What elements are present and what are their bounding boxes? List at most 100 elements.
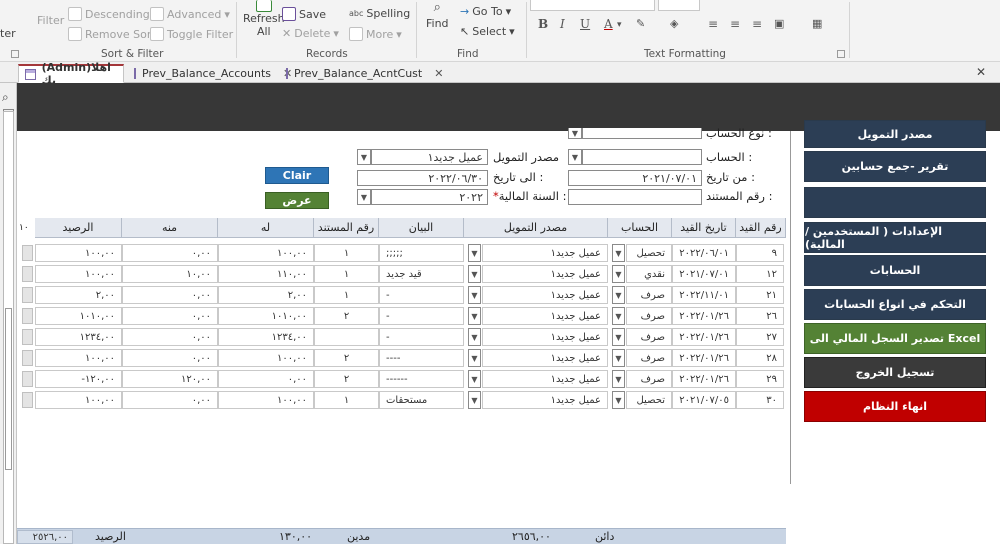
goto-button[interactable]: → Go To ▾	[460, 5, 511, 18]
funding-source-field[interactable]: عميل جديد١	[371, 149, 488, 165]
cell-doc-number[interactable]	[314, 328, 379, 346]
row-selector[interactable]	[22, 371, 33, 387]
cell-entry-date[interactable]: ٢٠٢٢/٠١/٢٦	[672, 370, 736, 388]
menu-account-types-button[interactable]: التحكم في انواع الحسابات	[804, 289, 986, 320]
align-center-icon[interactable]: ≡	[730, 17, 740, 31]
cell-account[interactable]: صرف	[626, 286, 672, 304]
col-header-doc-number[interactable]: رقم المستند	[314, 218, 379, 238]
col-header-entry-no[interactable]: رقم القيد	[736, 218, 786, 238]
chevron-down-icon[interactable]: ▼	[468, 370, 481, 388]
cell-entry-date[interactable]: ٢٠٢١/٠٧/٠٥	[672, 391, 736, 409]
cell-description[interactable]: -	[379, 328, 464, 346]
row-selector[interactable]	[22, 266, 33, 282]
cell-credit[interactable]: ١٠١٠,٠٠	[218, 307, 314, 325]
col-header-funding-source[interactable]: مصدر التمويل	[464, 218, 608, 238]
cell-balance[interactable]: ١٠٠,٠٠	[35, 391, 122, 409]
cell-debit[interactable]: ٠,٠٠	[122, 328, 218, 346]
cell-description[interactable]: ------	[379, 370, 464, 388]
filter-button[interactable]: Filter	[37, 14, 64, 27]
chevron-down-icon[interactable]: ▼	[468, 265, 481, 283]
cell-credit[interactable]: ١٢٣٤,٠٠	[218, 328, 314, 346]
menu-exit-button[interactable]: انهاء النظام	[804, 391, 986, 422]
vertical-scrollbar[interactable]	[3, 111, 14, 544]
toggle-filter-button[interactable]: Toggle Filter	[150, 27, 233, 41]
cell-balance[interactable]: ١٠١٠,٠٠	[35, 307, 122, 325]
search-icon[interactable]: ⌕	[2, 90, 9, 105]
cell-balance[interactable]: -١٢٠,٠٠	[35, 370, 122, 388]
table-row[interactable]: ٢٩ ٢٠٢٢/٠١/٢٦ صرف ▼ عميل جديد١ ▼ ------ ٢ ٠,٠٠ ١٢…	[22, 368, 786, 389]
col-header-debit[interactable]: منه	[122, 218, 218, 238]
table-row[interactable]: ٢١ ٢٠٢٢/١١/٠١ صرف ▼ عميل جديد١ ▼ -١ ٢,٠٠ ٠,٠٠ ٢,٠…	[22, 284, 786, 305]
chevron-down-icon[interactable]: ▾	[617, 20, 622, 30]
find-button[interactable]: ⌕ Find	[426, 0, 449, 30]
cell-entry-date[interactable]: ٢٠٢٢/٠١/٢٦	[672, 349, 736, 367]
align-right-icon[interactable]: ≡	[752, 17, 762, 31]
cell-entry-no[interactable]: ١٢	[736, 265, 784, 283]
cell-description[interactable]: ----	[379, 349, 464, 367]
row-selector[interactable]	[22, 329, 33, 345]
fill-color-icon[interactable]: ◈	[670, 17, 678, 30]
table-row[interactable]: ٣٠ ٢٠٢١/٠٧/٠٥ تحصيل ▼ عميل جديد١ ▼ مستحقات ١ ١٠٠…	[22, 389, 786, 410]
remove-sort-button[interactable]: Remove Sort	[68, 27, 156, 41]
cell-debit[interactable]: ٠,٠٠	[122, 391, 218, 409]
from-date-field[interactable]: ٢٠٢١/٠٧/٠١	[568, 170, 702, 186]
cell-credit[interactable]: ١١٠,٠٠	[218, 265, 314, 283]
close-icon[interactable]: ✕	[434, 67, 443, 80]
cell-balance[interactable]: ١٠٠,٠٠	[35, 244, 122, 262]
cell-entry-no[interactable]: ٢٨	[736, 349, 784, 367]
cell-description[interactable]: ;;;;;	[379, 244, 464, 262]
close-window-icon[interactable]: ✕	[976, 65, 986, 79]
cell-debit[interactable]: ٠,٠٠	[122, 244, 218, 262]
chevron-down-icon[interactable]: ▼	[612, 349, 625, 367]
col-header-account[interactable]: الحساب	[608, 218, 672, 238]
cell-account[interactable]: تحصيل	[626, 244, 672, 262]
highlight-color-icon[interactable]: ✎	[636, 17, 645, 30]
cell-doc-number[interactable]: ١	[314, 286, 379, 304]
chevron-down-icon[interactable]: ▼	[612, 265, 625, 283]
gridlines-icon[interactable]: ▦	[812, 17, 822, 30]
chevron-down-icon[interactable]: ▼	[468, 307, 481, 325]
chevron-down-icon[interactable]: ▼	[568, 128, 582, 139]
chevron-down-icon[interactable]: ▼	[468, 286, 481, 304]
cell-entry-no[interactable]: ٢١	[736, 286, 784, 304]
cell-doc-number[interactable]: ١	[314, 265, 379, 283]
cell-balance[interactable]: ١٠٠,٠٠	[35, 349, 122, 367]
row-selector[interactable]	[22, 350, 33, 366]
chevron-down-icon[interactable]: ▼	[468, 328, 481, 346]
col-header-description[interactable]: البيان	[379, 218, 464, 238]
cell-description[interactable]: قيد جديد	[379, 265, 464, 283]
cell-doc-number[interactable]: ١	[314, 244, 379, 262]
cell-funding-source[interactable]: عميل جديد١	[482, 307, 608, 325]
delete-button[interactable]: ✕ Delete ▾	[282, 27, 339, 40]
cell-doc-number[interactable]: ٢	[314, 307, 379, 325]
tab-prev-balance-accounts[interactable]: Prev_Balance_Accounts ✕	[127, 64, 292, 83]
cell-account[interactable]: صرف	[626, 328, 672, 346]
select-button[interactable]: ↖ Select ▾	[460, 25, 515, 38]
cell-balance[interactable]: ١٢٣٤,٠٠	[35, 328, 122, 346]
table-row[interactable]: ٩ ٢٠٢٢/٠٦/٠١ تحصيل ▼ عميل جديد١ ▼;;;;; ١ ١٠٠,٠٠…	[22, 242, 786, 263]
menu-funding-source-button[interactable]: مصدر التمويل	[804, 120, 986, 148]
cell-debit[interactable]: ١٠,٠٠	[122, 265, 218, 283]
cell-entry-date[interactable]: ٢٠٢٢/١١/٠١	[672, 286, 736, 304]
clear-button[interactable]: Clair	[265, 167, 329, 184]
more-button[interactable]: More ▾	[349, 27, 402, 41]
chevron-down-icon[interactable]: ▼	[468, 244, 481, 262]
font-name-combo[interactable]	[530, 0, 655, 11]
cell-doc-number[interactable]: ٢	[314, 349, 379, 367]
col-header-credit[interactable]: له	[218, 218, 314, 238]
chevron-down-icon[interactable]: ▼	[468, 349, 481, 367]
cell-doc-number[interactable]: ١	[314, 391, 379, 409]
cell-account[interactable]: صرف	[626, 307, 672, 325]
chevron-down-icon[interactable]: ▼	[568, 149, 582, 165]
cell-credit[interactable]: ١٠٠,٠٠	[218, 349, 314, 367]
table-row[interactable]: ٢٨ ٢٠٢٢/٠١/٢٦ صرف ▼ عميل جديد١ ▼ ---- ٢ ١٠٠,٠٠ ٠,…	[22, 347, 786, 368]
col-header-entry-date[interactable]: تاريخ القيد	[672, 218, 736, 238]
cell-credit[interactable]: ٠,٠٠	[218, 370, 314, 388]
spelling-button[interactable]: abc Spelling	[349, 7, 410, 20]
cell-funding-source[interactable]: عميل جديد١	[482, 286, 608, 304]
font-color-button[interactable]: A	[604, 17, 613, 31]
chevron-down-icon[interactable]: ▼	[612, 328, 625, 346]
menu-blank-button[interactable]	[804, 187, 986, 218]
italic-button[interactable]: I	[560, 17, 565, 31]
chevron-down-icon[interactable]: ▼	[612, 391, 625, 409]
